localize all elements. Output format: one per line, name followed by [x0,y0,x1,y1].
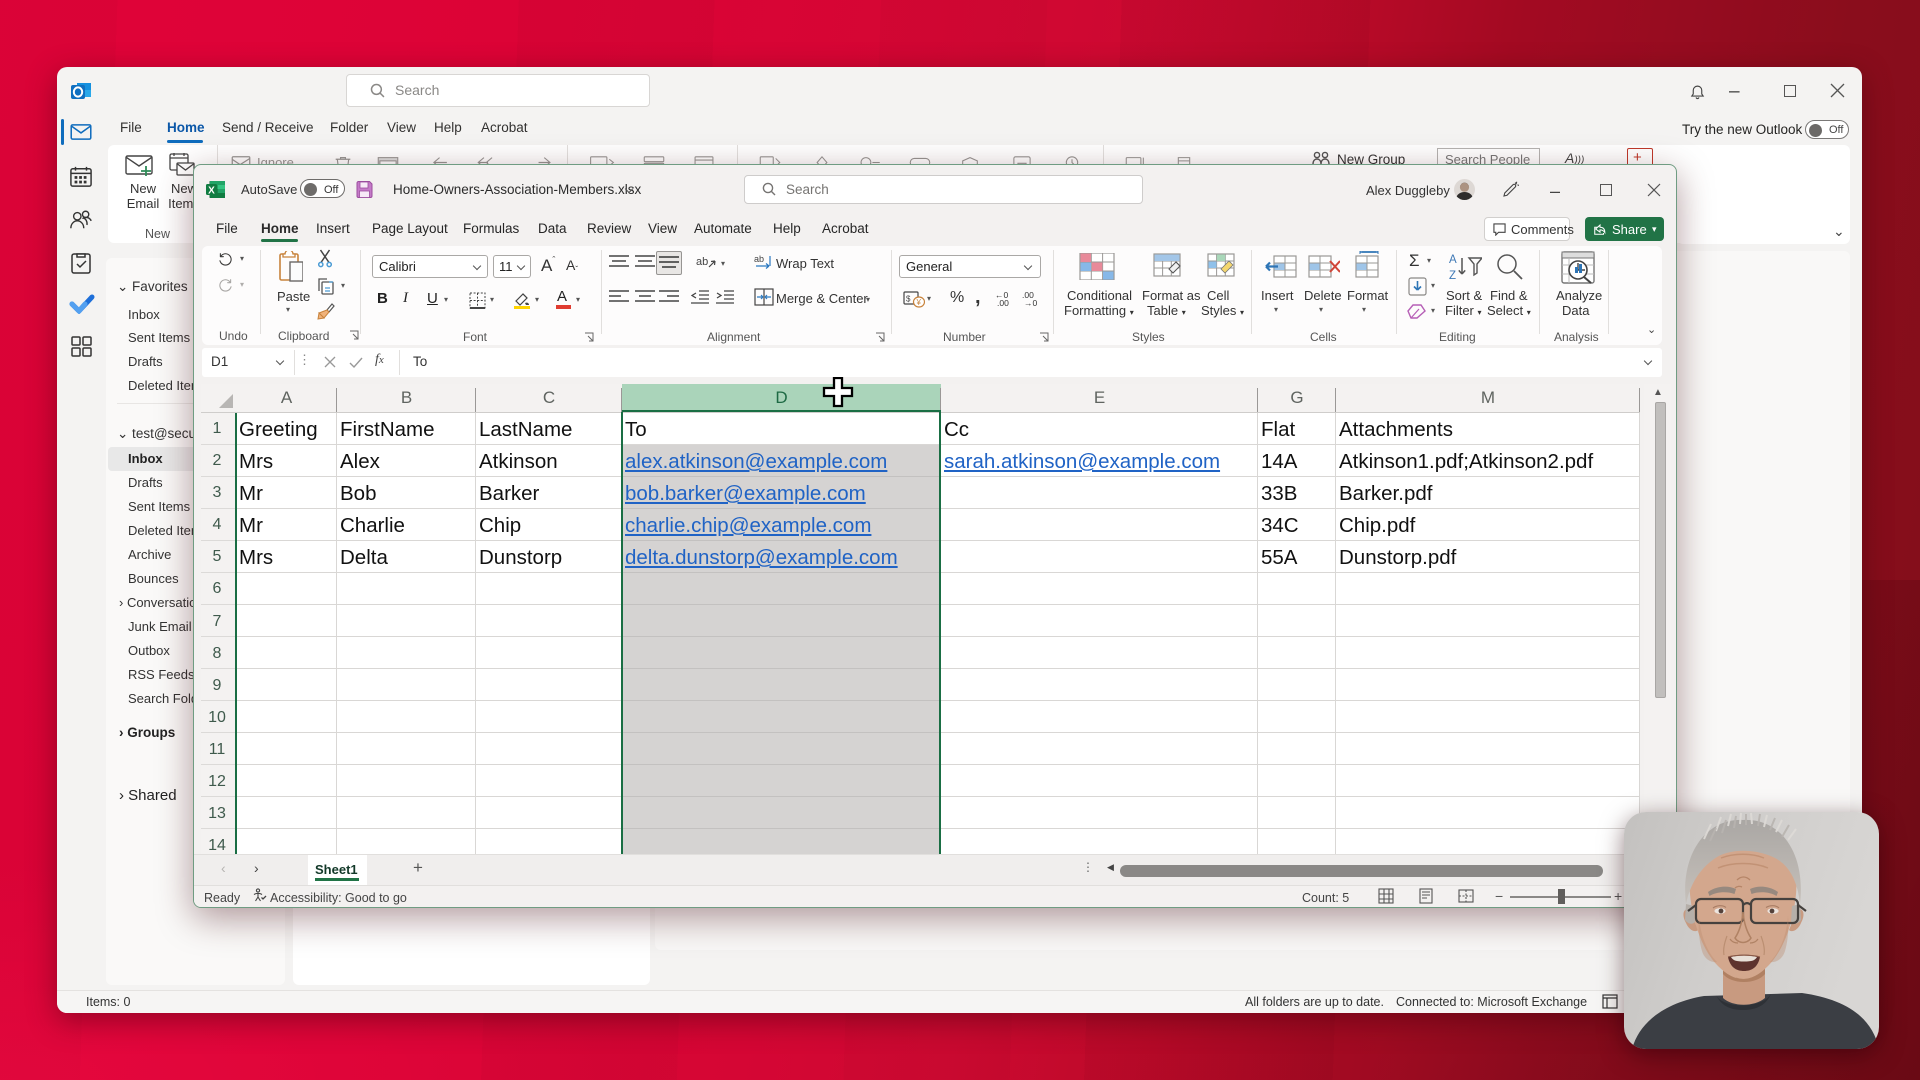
svg-text:ab: ab [754,254,764,264]
svg-text:.00: .00 [997,298,1009,307]
svg-text:X: X [208,186,215,197]
svg-text:ab: ab [696,256,708,268]
svg-text:$: $ [906,295,911,304]
svg-text:Z: Z [1449,270,1456,281]
svg-text:→0: →0 [1024,298,1038,307]
svg-text:¥: ¥ [916,298,922,307]
svg-text:A: A [1449,254,1457,266]
